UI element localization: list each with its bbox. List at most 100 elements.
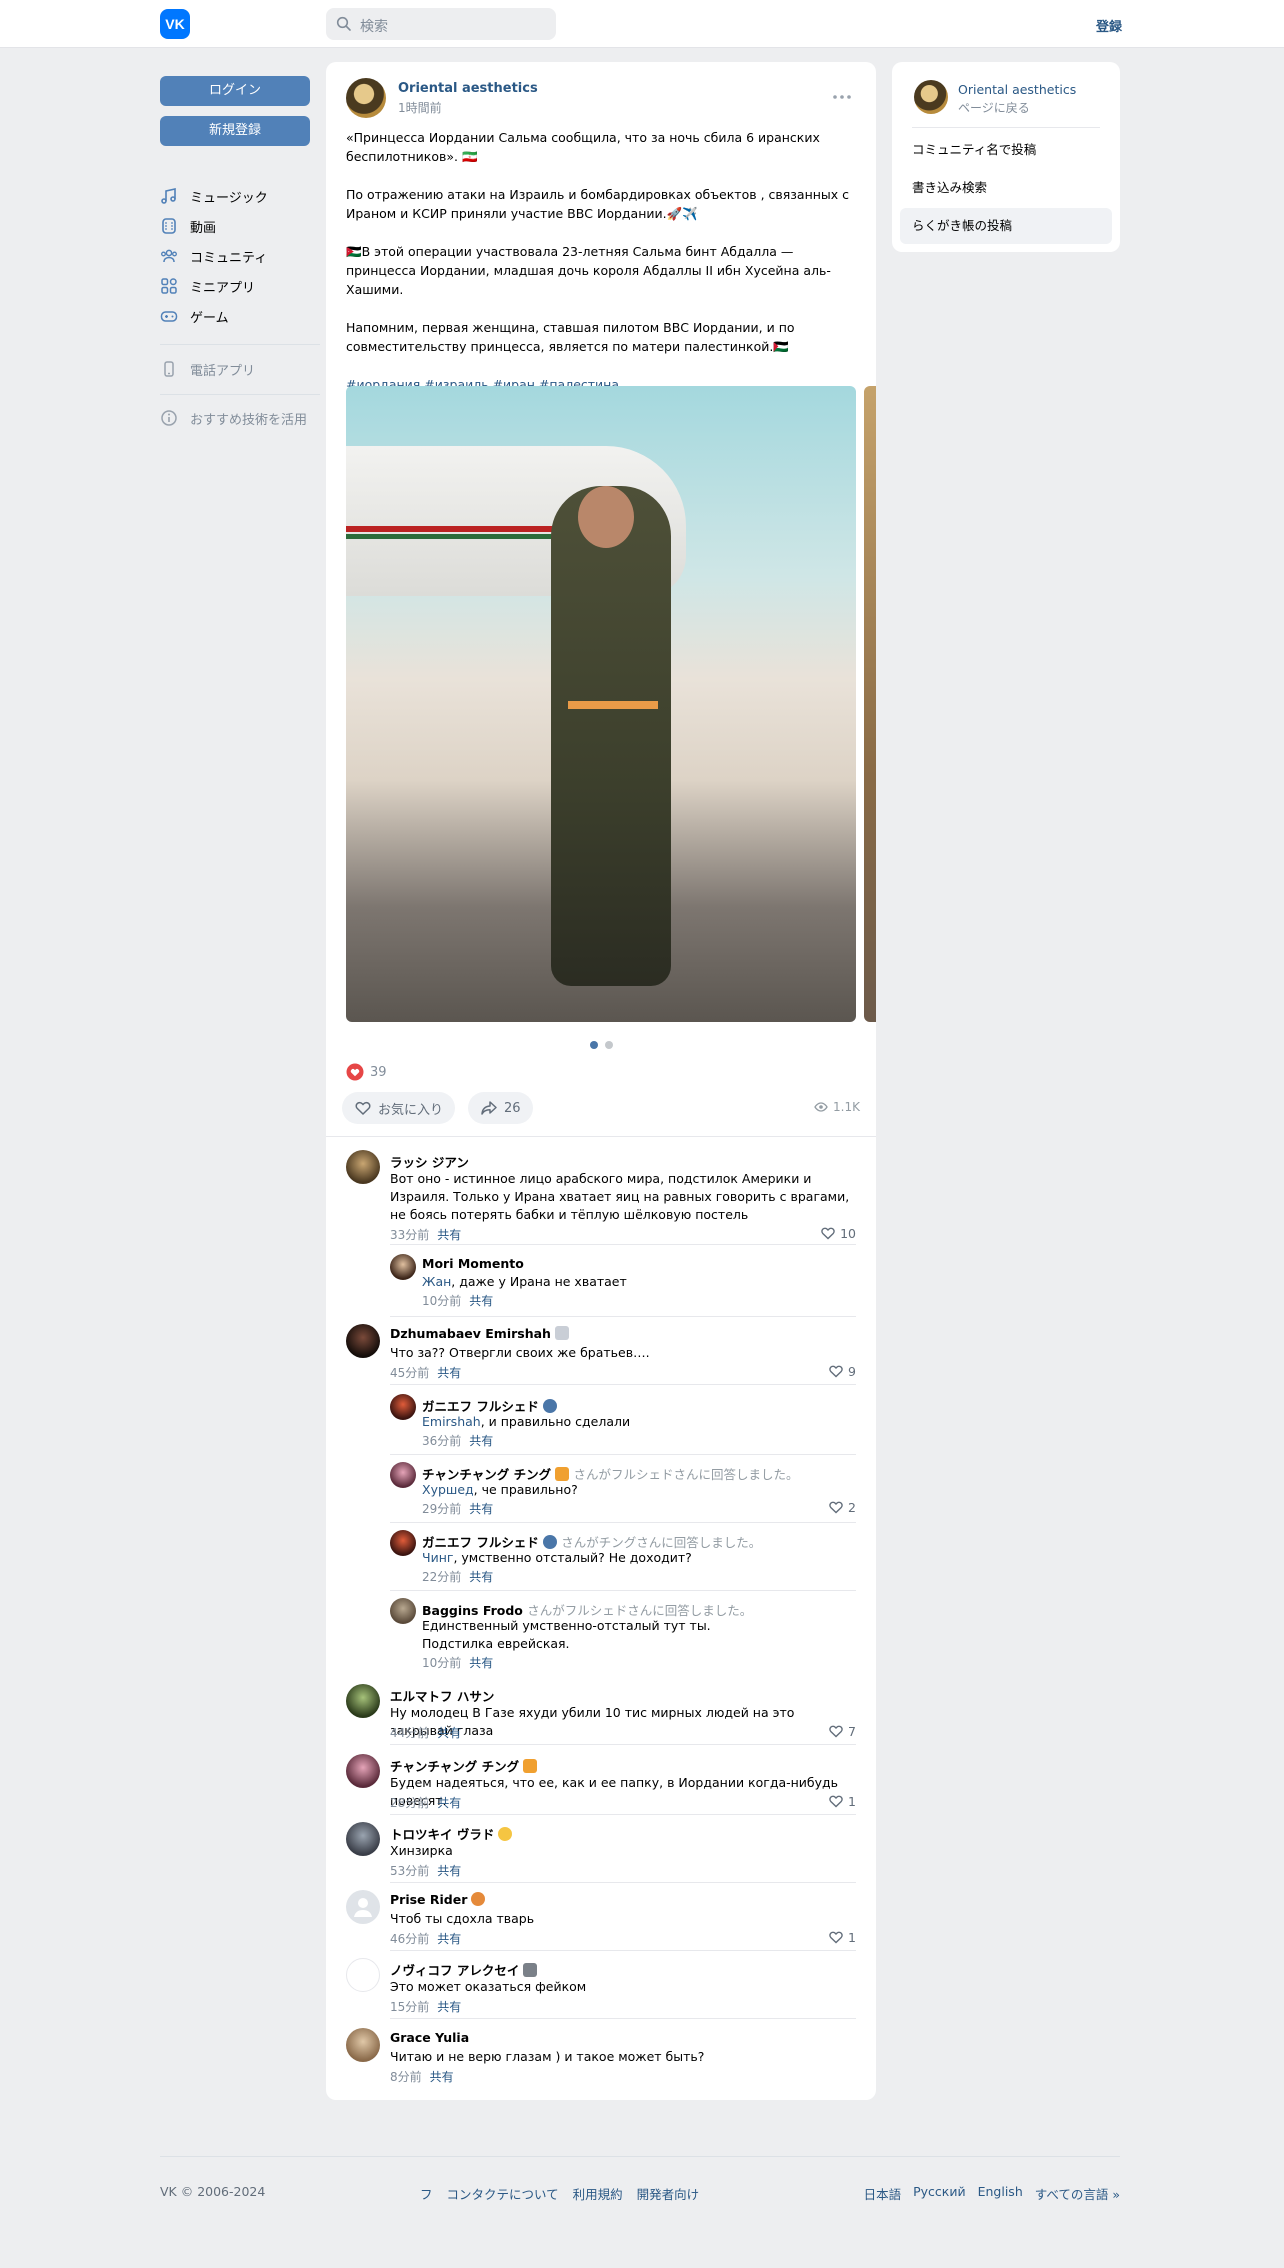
commenter-name[interactable]: ノヴィコフ アレクセイ: [390, 1960, 538, 1979]
panel-item-search-posts[interactable]: 書き込み検索: [900, 170, 1112, 206]
post-time[interactable]: 1時間前: [398, 99, 442, 116]
footer-link[interactable]: フ: [420, 2184, 433, 2203]
comment-time[interactable]: 10分前: [422, 1656, 461, 1670]
comment-like-button[interactable]: 10: [820, 1225, 856, 1241]
comment-time[interactable]: 45分前: [390, 1366, 429, 1380]
sidebar-item-phone-apps[interactable]: 電話アプリ: [160, 355, 320, 383]
comment-mention[interactable]: Чинг: [422, 1550, 453, 1565]
share-button[interactable]: 26: [468, 1092, 533, 1124]
footer-link-about[interactable]: コンタクテについて: [447, 2184, 559, 2203]
commenter-name[interactable]: チャンチャング チング: [390, 1756, 538, 1775]
panel-item-community-posts[interactable]: コミュニティ名で投稿: [900, 132, 1112, 168]
commenter-avatar[interactable]: [390, 1530, 416, 1556]
post-card: Oriental aesthetics 1時間前 «Принцесса Иорд…: [326, 62, 876, 2100]
carousel-dot[interactable]: [605, 1041, 613, 1049]
post-author-link[interactable]: Oriental aesthetics: [398, 81, 538, 96]
commenter-name[interactable]: Dzhumabaev Emirshah: [390, 1326, 569, 1341]
commenter-avatar[interactable]: [390, 1394, 416, 1420]
commenter-avatar[interactable]: [346, 1890, 380, 1924]
carousel-dot-active[interactable]: [590, 1041, 598, 1049]
commenter-avatar[interactable]: [390, 1462, 416, 1488]
post-photo[interactable]: [346, 386, 856, 1022]
commenter-avatar[interactable]: [346, 1684, 380, 1718]
language-russian[interactable]: Русский: [913, 2184, 965, 2203]
more-options-icon[interactable]: [832, 90, 852, 104]
comment-share-link[interactable]: 共有: [437, 1796, 461, 1810]
comment-time[interactable]: 8分前: [390, 2070, 422, 2084]
commenter-avatar[interactable]: [390, 1254, 416, 1280]
comment-time[interactable]: 44分前: [390, 1726, 429, 1740]
comment-share-link[interactable]: 共有: [469, 1434, 493, 1448]
commenter-name[interactable]: Grace Yulia: [390, 2030, 469, 2045]
comment-like-button[interactable]: 9: [828, 1363, 856, 1379]
comment-share-link[interactable]: 共有: [469, 1294, 493, 1308]
comment-like-button[interactable]: 7: [828, 1723, 856, 1739]
panel-item-wall-post[interactable]: らくがき帳の投稿: [900, 208, 1112, 244]
comment-time[interactable]: 10分前: [422, 1294, 461, 1308]
comment-share-link[interactable]: 共有: [437, 1366, 461, 1380]
comment-share-link[interactable]: 共有: [469, 1502, 493, 1516]
footer-link-developers[interactable]: 開発者向け: [637, 2184, 700, 2203]
comment-item: エルマトフ ハサン Ну молодец В Газе яхуди убили …: [346, 1684, 856, 1740]
sidebar-item-recommend[interactable]: おすすめ技術を活用: [160, 404, 320, 432]
commenter-name[interactable]: Prise Rider: [390, 1892, 486, 1907]
login-button[interactable]: ログイン: [160, 76, 310, 106]
sidebar-item-video[interactable]: 動画: [160, 212, 320, 240]
commenter-avatar[interactable]: [346, 2028, 380, 2062]
language-japanese[interactable]: 日本語: [864, 2184, 902, 2203]
comment-time[interactable]: 28分前: [390, 1796, 429, 1810]
comment-share-link[interactable]: 共有: [469, 1656, 493, 1670]
like-button[interactable]: お気に入り: [342, 1092, 456, 1124]
sidebar-item-mini-apps[interactable]: ミニアプリ: [160, 272, 320, 300]
comment-mention[interactable]: Жан: [422, 1274, 451, 1289]
commenter-avatar[interactable]: [390, 1598, 416, 1624]
comment-like-button[interactable]: 1: [828, 1793, 856, 1809]
comment-time[interactable]: 46分前: [390, 1932, 429, 1946]
language-all[interactable]: すべての言語 »: [1035, 2184, 1120, 2203]
language-english[interactable]: English: [978, 2184, 1023, 2203]
community-name-link[interactable]: Oriental aesthetics: [958, 82, 1076, 97]
back-to-page-link[interactable]: ページに戻る: [958, 99, 1030, 116]
commenter-avatar[interactable]: [346, 1822, 380, 1856]
search-input[interactable]: 検索: [326, 8, 556, 40]
vk-logo[interactable]: VK: [160, 9, 190, 39]
community-avatar[interactable]: [346, 78, 386, 118]
comment-time[interactable]: 22分前: [422, 1570, 461, 1584]
sidebar-item-games[interactable]: ゲーム: [160, 302, 320, 330]
sidebar-item-community[interactable]: コミュニティ: [160, 242, 320, 270]
comment-time[interactable]: 33分前: [390, 1228, 429, 1242]
comment-time[interactable]: 53分前: [390, 1864, 429, 1878]
top-login-link[interactable]: 登録: [1096, 16, 1122, 35]
comment-time[interactable]: 15分前: [390, 2000, 429, 2014]
comment-divider: [390, 1950, 856, 1951]
comment-mention[interactable]: Emirshah: [422, 1414, 481, 1429]
commenter-avatar[interactable]: [346, 1324, 380, 1358]
comment-divider: [390, 1454, 856, 1455]
next-photo-preview[interactable]: [864, 386, 876, 1022]
commenter-avatar[interactable]: [346, 1958, 380, 1992]
comment-share-link[interactable]: 共有: [437, 1932, 461, 1946]
sidebar-item-music[interactable]: ミュージック: [160, 182, 320, 210]
comment-share-link[interactable]: 共有: [469, 1570, 493, 1584]
comment-share-link[interactable]: 共有: [437, 1228, 461, 1242]
comment-meta: 33分前 共有: [390, 1226, 461, 1243]
comment-like-button[interactable]: 1: [828, 1929, 856, 1945]
comment-share-link[interactable]: 共有: [437, 2000, 461, 2014]
commenter-avatar[interactable]: [346, 1754, 380, 1788]
comment-share-link[interactable]: 共有: [430, 2070, 454, 2084]
commenter-name[interactable]: ラッシ ジアン: [390, 1152, 469, 1171]
comment-like-button[interactable]: 2: [828, 1499, 856, 1515]
commenter-name[interactable]: Mori Momento: [422, 1256, 524, 1271]
commenter-name[interactable]: エルマトフ ハサン: [390, 1686, 494, 1705]
community-avatar[interactable]: [914, 80, 948, 114]
reactions-summary[interactable]: 39: [346, 1062, 387, 1082]
comment-time[interactable]: 36分前: [422, 1434, 461, 1448]
signup-button[interactable]: 新規登録: [160, 116, 310, 146]
footer-link-terms[interactable]: 利用規約: [573, 2184, 623, 2203]
commenter-name[interactable]: トロツキイ ヴラド: [390, 1824, 513, 1843]
comment-share-link[interactable]: 共有: [437, 1726, 461, 1740]
comment-mention[interactable]: Хуршед: [422, 1482, 474, 1497]
commenter-avatar[interactable]: [346, 1150, 380, 1184]
comment-share-link[interactable]: 共有: [437, 1864, 461, 1878]
comment-time[interactable]: 29分前: [422, 1502, 461, 1516]
